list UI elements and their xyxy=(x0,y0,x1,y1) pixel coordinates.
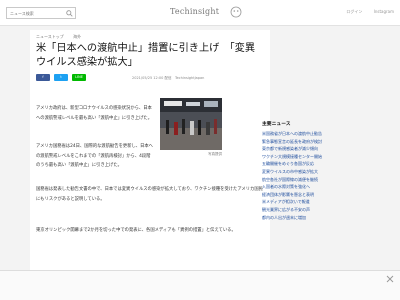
news-list-item[interactable]: 東京都で新規感染者が減少傾向 xyxy=(262,145,372,153)
article-panel: ニューストップ 海外 米「日本への渡航中止」措置に引き上げ 「変異ウイルス感染が… xyxy=(30,30,270,293)
news-list-item[interactable]: ワクチン大規模接種センター開始 xyxy=(262,153,372,161)
facebook-share-button[interactable]: f xyxy=(36,74,50,81)
sidebar-title: 主要ニュース xyxy=(262,122,291,127)
news-list: 米国務省が日本への渡航中止勧告 緊急事態宣言の延長を政府が検討 東京都で新規感染… xyxy=(262,130,372,221)
search-input[interactable] xyxy=(7,8,65,18)
news-list-item[interactable]: 変異ウイルスの市中感染が拡大 xyxy=(262,168,372,176)
search-box[interactable] xyxy=(6,7,76,19)
news-list-item[interactable]: 航空各社が国際線の減便を継続 xyxy=(262,176,372,184)
top-links: ログイン Instagram xyxy=(336,9,394,15)
breadcrumb: ニューストップ 海外 xyxy=(36,34,89,40)
news-list-item[interactable]: 米国務省が日本への渡航中止勧告 xyxy=(262,130,372,138)
bottom-ad-bar xyxy=(0,270,400,300)
breadcrumb-item-overseas[interactable]: 海外 xyxy=(73,34,81,39)
news-list-item[interactable]: 入国者の水際対策を強化へ xyxy=(262,183,372,191)
news-list-item[interactable]: 緊急事態宣言の延長を政府が検討 xyxy=(262,138,372,146)
article-paragraph: 国務省は発表した勧告文書の中で、日本では変異ウイルスの感染が拡大しており、ワクチ… xyxy=(36,187,263,202)
site-logo[interactable]: Techinsight xyxy=(170,6,242,20)
photo-caption: 写真提供 xyxy=(208,152,222,156)
line-share-button[interactable]: LINE xyxy=(72,74,86,81)
news-list-item[interactable]: 経済団体が影響を懸念と表明 xyxy=(262,191,372,199)
article-paragraph: アメリカ国務省は24日、国際的な渡航勧告を更新し、日本への渡航警戒レベルをこれま… xyxy=(36,144,153,168)
site-logo-text: Techinsight xyxy=(170,7,220,16)
article-paragraph: 東京オリンピック開幕まで2か月を切った中での発表に、各国メディアも「異例の措置」… xyxy=(36,228,236,233)
article-paragraph: アメリカ政府は、新型コロナウイルスの感染状況から、日本への渡航警戒レベルを最も高… xyxy=(36,106,153,121)
breadcrumb-item-top[interactable]: ニューストップ xyxy=(36,34,64,39)
article-meta: 2021/05/25 12:00 配信 TechinsightJapan xyxy=(132,76,205,80)
logo-mark-icon xyxy=(230,6,242,18)
article-headline: 米「日本への渡航中止」措置に引き上げ 「変異ウイルス感染が拡大」 xyxy=(36,43,256,68)
login-link[interactable]: ログイン xyxy=(346,9,362,14)
article-photo[interactable] xyxy=(160,98,222,150)
search-icon[interactable] xyxy=(66,10,73,17)
close-icon[interactable] xyxy=(386,275,394,283)
instagram-link[interactable]: Instagram xyxy=(374,9,394,14)
news-list-item[interactable]: 五輪開催をめぐり各国が反応 xyxy=(262,160,372,168)
top-bar: Techinsight ログイン Instagram xyxy=(0,0,400,26)
news-list-item[interactable]: 観光業界に広がる不安の声 xyxy=(262,206,372,214)
twitter-share-button[interactable]: t xyxy=(54,74,68,81)
news-list-item[interactable]: 都内の人出が週末に増加 xyxy=(262,214,372,222)
news-list-item[interactable]: 米メディアが相次いで報道 xyxy=(262,198,372,206)
